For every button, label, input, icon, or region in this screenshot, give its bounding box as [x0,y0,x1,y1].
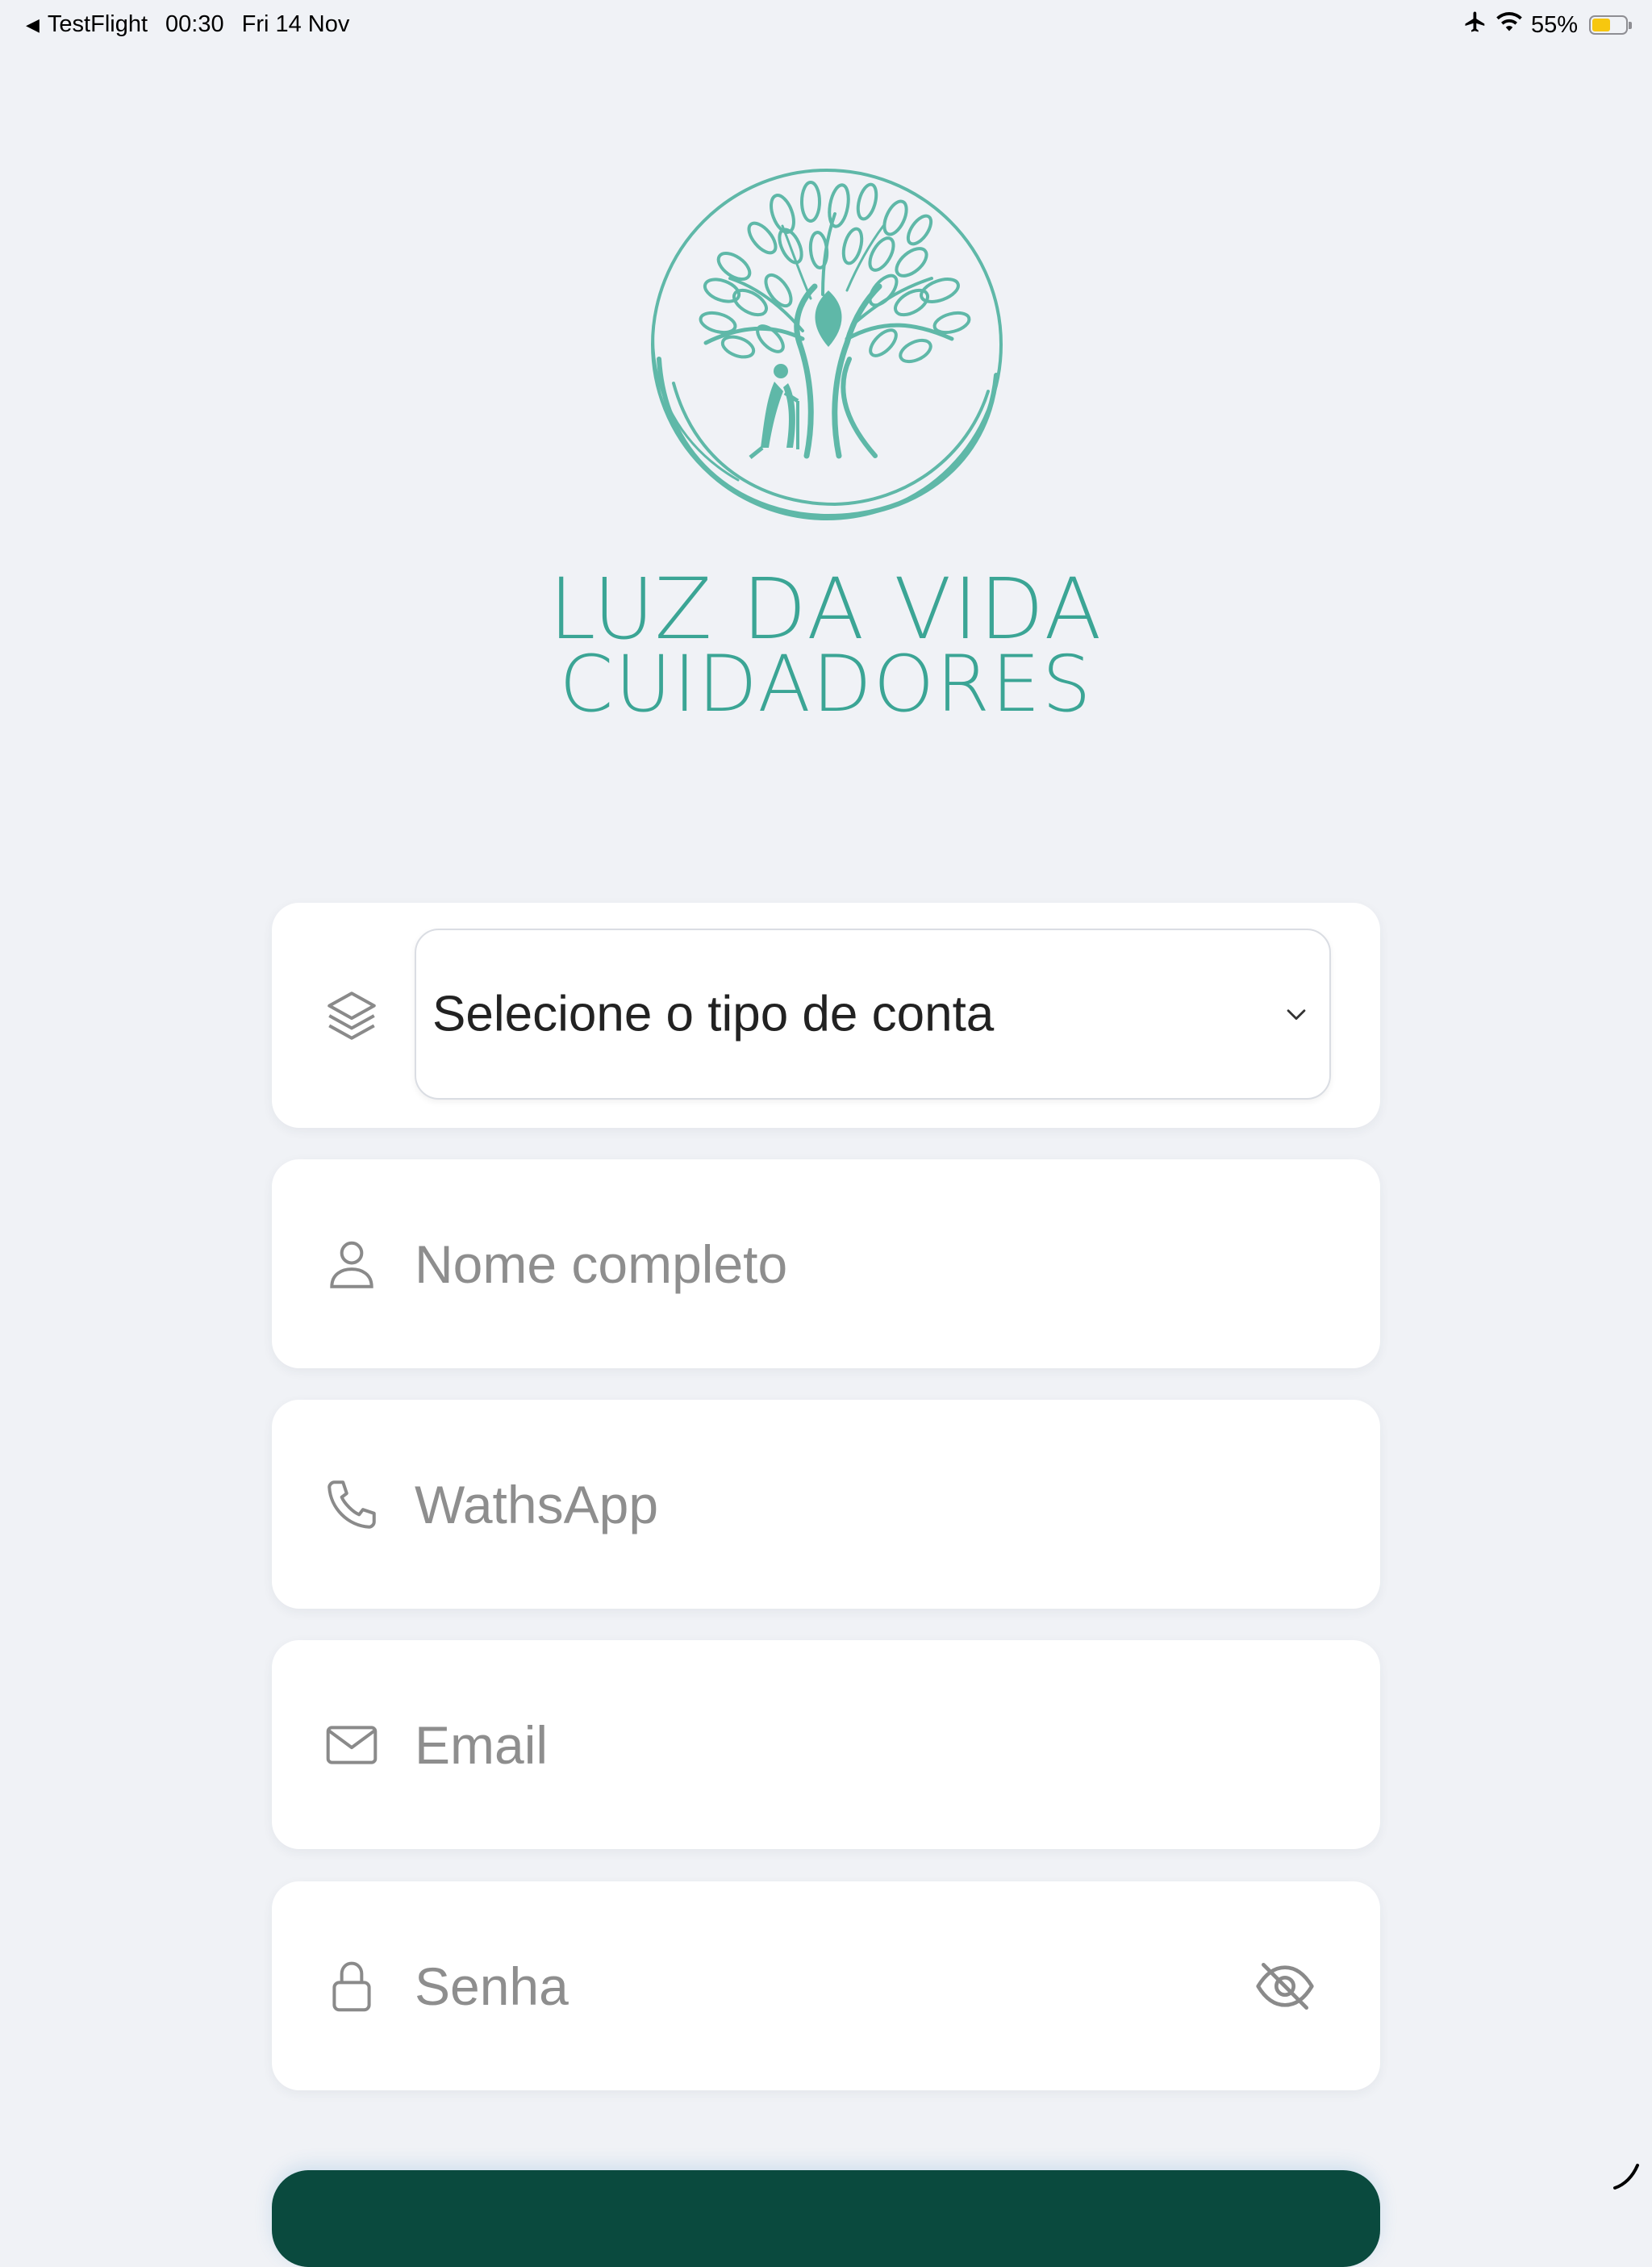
scroll-indicator-icon [1610,2161,1642,2193]
wifi-icon [1496,11,1523,39]
account-type-select-value: Selecione o tipo de conta [432,986,995,1042]
password-card [272,1881,1380,2090]
email-card [272,1640,1380,1849]
phone-icon [322,1475,382,1534]
layers-icon [322,986,382,1046]
full-name-input[interactable] [415,1223,1221,1305]
brand-name-line2: CUIDADORES [559,639,1093,729]
email-input[interactable] [415,1704,1221,1785]
mail-icon [322,1715,382,1775]
account-type-card: Selecione o tipo de conta [272,903,1380,1128]
full-name-card [272,1159,1380,1368]
tree-of-life-logo [641,157,1012,528]
password-input[interactable] [415,1945,1221,2027]
account-type-select[interactable]: Selecione o tipo de conta [415,929,1331,1100]
whatsapp-card [272,1400,1380,1609]
status-bar-left[interactable]: ◀ TestFlight 00:30 Fri 14 Nov [26,11,349,38]
user-icon [322,1234,382,1294]
submit-button[interactable] [272,2170,1380,2267]
status-time: 00:30 [165,11,224,37]
back-app-label[interactable]: TestFlight [48,11,148,38]
status-bar-right: 55% [1463,10,1632,40]
eye-off-icon[interactable] [1253,1954,1317,2019]
status-bar: ◀ TestFlight 00:30 Fri 14 Nov 55% [0,0,1652,52]
chevron-down-icon [1283,1000,1310,1028]
back-triangle-icon[interactable]: ◀ [26,15,40,35]
lock-icon [322,1956,382,2016]
battery-icon [1589,15,1632,35]
battery-percent: 55% [1530,11,1578,38]
battery-level-fill [1592,19,1610,31]
airplane-icon [1463,10,1487,40]
status-date: Fri 14 Nov [241,11,350,37]
whatsapp-input[interactable] [415,1463,1221,1545]
